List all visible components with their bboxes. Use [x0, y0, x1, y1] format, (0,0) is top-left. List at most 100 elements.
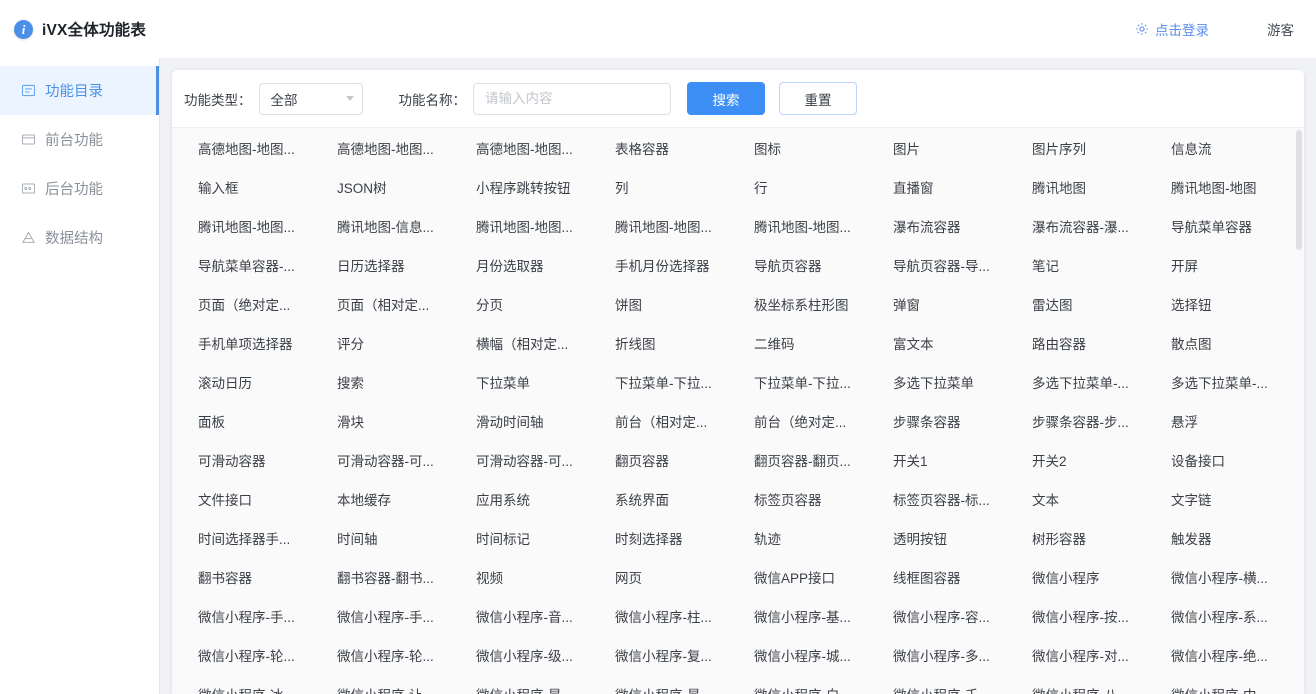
function-item[interactable]: 极坐标系柱形图 — [738, 284, 877, 323]
function-item[interactable]: 微信小程序-昙... — [599, 674, 738, 694]
function-item[interactable]: 时刻选择器 — [599, 518, 738, 557]
function-item[interactable]: 直播窗 — [877, 167, 1016, 206]
function-item[interactable]: 文件接口 — [182, 479, 321, 518]
function-item[interactable]: 饼图 — [599, 284, 738, 323]
function-item[interactable]: 富文本 — [877, 323, 1016, 362]
function-item[interactable]: 可滑动容器 — [182, 440, 321, 479]
function-item[interactable]: 微信小程序-系... — [1155, 596, 1294, 635]
function-item[interactable]: 多选下拉菜单-... — [1016, 362, 1155, 401]
function-item[interactable]: 微信小程序-绝... — [1155, 635, 1294, 674]
function-item[interactable]: 微信小程序-八... — [1016, 674, 1155, 694]
function-item[interactable]: 腾讯地图-地图... — [182, 206, 321, 245]
function-item[interactable]: 网页 — [599, 557, 738, 596]
function-item[interactable]: 微信小程序-手... — [321, 596, 460, 635]
function-item[interactable]: 设备接口 — [1155, 440, 1294, 479]
function-item[interactable]: 微信小程序-复... — [599, 635, 738, 674]
function-item[interactable]: 视频 — [460, 557, 599, 596]
function-item[interactable]: 时间轴 — [321, 518, 460, 557]
function-item[interactable]: 二维码 — [738, 323, 877, 362]
function-item[interactable]: 微信小程序-白... — [738, 674, 877, 694]
function-item[interactable]: 信息流 — [1155, 128, 1294, 167]
function-item[interactable]: 微信小程序-按... — [1016, 596, 1155, 635]
function-item[interactable]: 导航页容器-导... — [877, 245, 1016, 284]
function-item[interactable]: 腾讯地图-地图... — [738, 206, 877, 245]
function-item[interactable]: 微信小程序-中... — [1155, 674, 1294, 694]
function-item[interactable]: 应用系统 — [460, 479, 599, 518]
function-item[interactable]: 滚动日历 — [182, 362, 321, 401]
function-type-select[interactable]: 全部 — [258, 82, 363, 115]
function-item[interactable]: 表格容器 — [599, 128, 738, 167]
function-item[interactable]: 微信小程序-容... — [877, 596, 1016, 635]
login-button[interactable]: 点击登录 — [1135, 19, 1209, 39]
function-item[interactable]: 页面（相对定... — [321, 284, 460, 323]
function-item[interactable]: 微信小程序 — [1016, 557, 1155, 596]
function-item[interactable]: 散点图 — [1155, 323, 1294, 362]
function-item[interactable]: 轨迹 — [738, 518, 877, 557]
function-item[interactable]: 开关1 — [877, 440, 1016, 479]
function-item[interactable]: 触发器 — [1155, 518, 1294, 557]
function-item[interactable]: 本地缓存 — [321, 479, 460, 518]
sidebar-item-frontend[interactable]: 前台功能 — [0, 115, 159, 164]
function-item[interactable]: 输入框 — [182, 167, 321, 206]
function-item[interactable]: 翻书容器-翻书... — [321, 557, 460, 596]
function-item[interactable]: 透明按钮 — [877, 518, 1016, 557]
function-item[interactable]: 树形容器 — [1016, 518, 1155, 557]
function-item[interactable]: 微信小程序-壬... — [877, 674, 1016, 694]
function-item[interactable]: 线框图容器 — [877, 557, 1016, 596]
function-item[interactable]: 标签页容器-标... — [877, 479, 1016, 518]
function-item[interactable]: 高德地图-地图... — [182, 128, 321, 167]
function-item[interactable]: 微信小程序-轮... — [182, 635, 321, 674]
function-name-input[interactable] — [473, 82, 671, 115]
function-item[interactable]: 导航菜单容器-... — [182, 245, 321, 284]
function-item[interactable]: 瀑布流容器-瀑... — [1016, 206, 1155, 245]
function-item[interactable]: 文本 — [1016, 479, 1155, 518]
function-item[interactable]: 前台（相对定... — [599, 401, 738, 440]
function-item[interactable]: 系统界面 — [599, 479, 738, 518]
function-item[interactable]: 腾讯地图-信息... — [321, 206, 460, 245]
function-item[interactable]: 手机单项选择器 — [182, 323, 321, 362]
function-item[interactable]: 腾讯地图-地图 — [1155, 167, 1294, 206]
function-item[interactable]: 微信小程序-让... — [321, 674, 460, 694]
function-item[interactable]: 微信小程序-多... — [877, 635, 1016, 674]
reset-button[interactable]: 重置 — [779, 82, 857, 115]
function-item[interactable]: 多选下拉菜单-... — [1155, 362, 1294, 401]
function-item[interactable]: 导航页容器 — [738, 245, 877, 284]
function-item[interactable]: 微信小程序-基... — [738, 596, 877, 635]
function-item[interactable]: 滑动时间轴 — [460, 401, 599, 440]
function-item[interactable]: 页面（绝对定... — [182, 284, 321, 323]
function-item[interactable]: 开关2 — [1016, 440, 1155, 479]
function-item[interactable]: 高德地图-地图... — [460, 128, 599, 167]
function-item[interactable]: 日历选择器 — [321, 245, 460, 284]
search-button[interactable]: 搜索 — [687, 82, 765, 115]
function-item[interactable]: 微信小程序-城... — [738, 635, 877, 674]
function-item[interactable]: 微信小程序-横... — [1155, 557, 1294, 596]
grid-scrollbar[interactable] — [1296, 128, 1302, 694]
function-item[interactable]: 腾讯地图-地图... — [599, 206, 738, 245]
function-item[interactable]: 微信小程序-轮... — [321, 635, 460, 674]
sidebar-item-catalog[interactable]: 功能目录 — [0, 66, 159, 115]
function-item[interactable]: 微信小程序-级... — [460, 635, 599, 674]
function-item[interactable]: 导航菜单容器 — [1155, 206, 1294, 245]
function-item[interactable]: 面板 — [182, 401, 321, 440]
function-item[interactable]: 微信小程序-柱... — [599, 596, 738, 635]
function-item[interactable]: 选择钮 — [1155, 284, 1294, 323]
function-item[interactable]: 翻书容器 — [182, 557, 321, 596]
function-item[interactable]: 下拉菜单-下拉... — [738, 362, 877, 401]
function-item[interactable]: 标签页容器 — [738, 479, 877, 518]
function-item[interactable]: 图片序列 — [1016, 128, 1155, 167]
function-grid-scroll-area[interactable]: 高德地图-地图... 高德地图-地图... 高德地图-地图... 表格容器 图标 图片 图片… — [172, 127, 1304, 694]
function-item[interactable]: 滑块 — [321, 401, 460, 440]
function-item[interactable]: 月份选取器 — [460, 245, 599, 284]
function-item[interactable]: 分页 — [460, 284, 599, 323]
function-item[interactable]: 图标 — [738, 128, 877, 167]
sidebar-item-data-structure[interactable]: 数据结构 — [0, 213, 159, 262]
function-item[interactable]: 笔记 — [1016, 245, 1155, 284]
function-item[interactable]: 微信小程序-音... — [460, 596, 599, 635]
guest-label[interactable]: 游客 — [1267, 19, 1294, 39]
function-item[interactable]: 翻页容器-翻页... — [738, 440, 877, 479]
function-item[interactable]: 行 — [738, 167, 877, 206]
function-item[interactable]: 时间选择器手... — [182, 518, 321, 557]
function-item[interactable]: 列 — [599, 167, 738, 206]
function-item[interactable]: 微信小程序-手... — [182, 596, 321, 635]
function-item[interactable]: 微信小程序-对... — [1016, 635, 1155, 674]
